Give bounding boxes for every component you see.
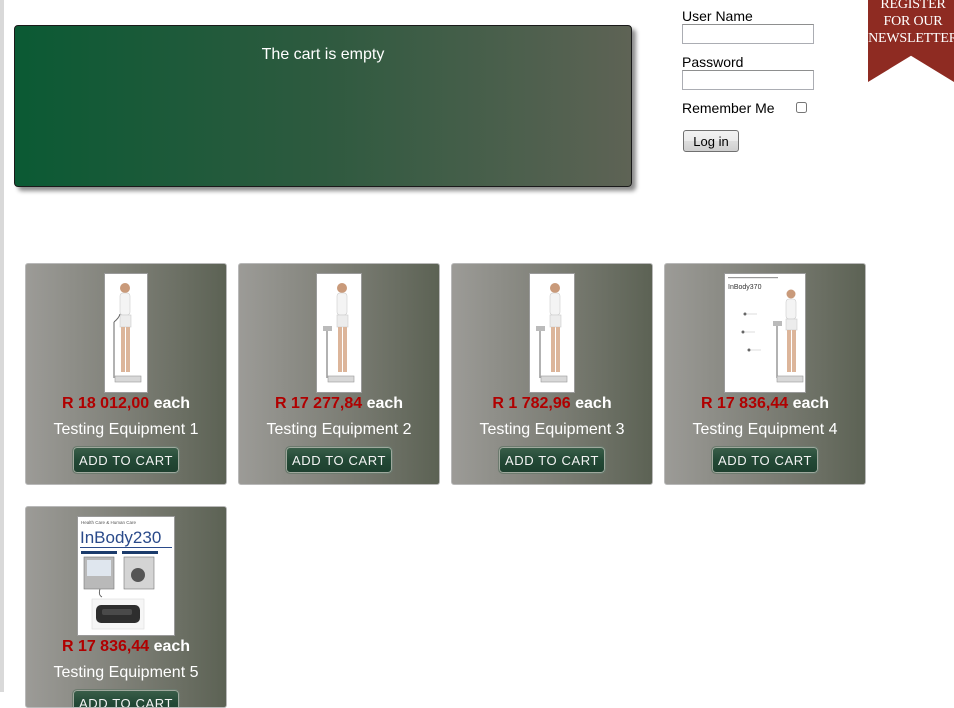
product-price-2: R 17 277,84	[274, 395, 363, 412]
newsletter-ribbon-text[interactable]: REGISTER FOR OUR NEWSLETTER	[868, 0, 954, 47]
product-name-3[interactable]: Testing Equipment 3	[452, 421, 652, 439]
product-image-4[interactable]: InBody370	[724, 273, 806, 393]
product-each-5: each	[153, 638, 191, 655]
add-to-cart-button-1[interactable]: ADD TO CART	[72, 446, 180, 474]
product-each-4: each	[792, 395, 830, 412]
product-card-1: R 18 012,00 each Testing Equipment 1 ADD…	[25, 263, 227, 485]
product-image-3[interactable]	[529, 273, 575, 393]
product-card-5: Health Care & Human Care InBody230 R 17 …	[25, 506, 227, 708]
product-card-2: R 17 277,84 each Testing Equipment 2 ADD…	[238, 263, 440, 485]
add-to-cart-button-3[interactable]: ADD TO CART	[498, 446, 606, 474]
page-left-border	[0, 0, 4, 692]
product-name-1[interactable]: Testing Equipment 1	[26, 421, 226, 439]
inbody370-logo-text: InBody370	[728, 284, 762, 291]
product-name-4[interactable]: Testing Equipment 4	[665, 421, 865, 439]
product-each-2: each	[366, 395, 404, 412]
add-to-cart-button-2[interactable]: ADD TO CART	[285, 446, 393, 474]
inbody230-logo-text: InBody230	[80, 528, 161, 547]
cart-panel: The cart is empty	[14, 25, 632, 187]
product-price-4: R 17 836,44	[700, 395, 789, 412]
product-price-3: R 1 782,96	[492, 395, 571, 412]
product-image-1[interactable]	[104, 273, 148, 393]
product-name-5[interactable]: Testing Equipment 5	[26, 664, 226, 682]
product-each-3: each	[575, 395, 612, 412]
cart-empty-message: The cart is empty	[261, 46, 385, 63]
remember-me-label: Remember Me	[682, 100, 775, 116]
remember-me-checkbox[interactable]	[796, 102, 807, 113]
product-price-5: R 17 836,44	[61, 638, 150, 655]
product-each-1: each	[153, 395, 191, 412]
product-image-5[interactable]: Health Care & Human Care InBody230	[77, 516, 175, 636]
inbody230-header-text: Health Care & Human Care	[81, 520, 137, 525]
username-input[interactable]	[682, 24, 814, 44]
login-button[interactable]: Log in	[683, 130, 739, 152]
password-input[interactable]	[682, 70, 814, 90]
product-card-3: R 1 782,96 each Testing Equipment 3 ADD …	[451, 263, 653, 485]
product-image-2[interactable]	[316, 273, 362, 393]
username-label: User Name	[682, 8, 753, 24]
product-price-1: R 18 012,00	[61, 395, 150, 412]
product-card-4: InBody370 R 17 836,44 each Testing Equip…	[664, 263, 866, 485]
product-name-2[interactable]: Testing Equipment 2	[239, 421, 439, 439]
add-to-cart-button-4[interactable]: ADD TO CART	[711, 446, 819, 474]
password-label: Password	[682, 54, 744, 70]
